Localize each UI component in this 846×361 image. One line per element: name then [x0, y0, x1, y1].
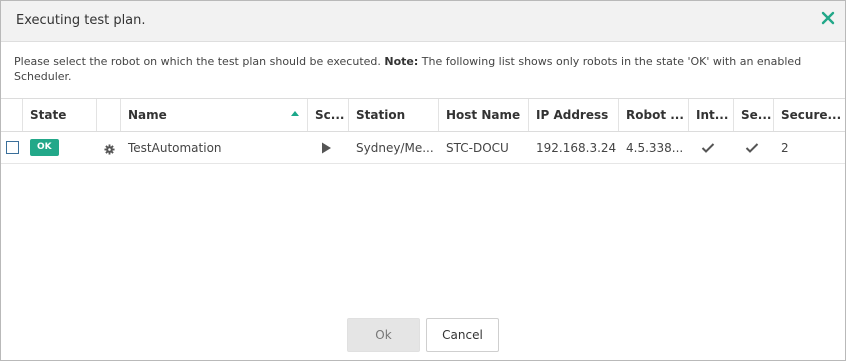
row-select-cell — [1, 132, 23, 163]
robot-version-cell: 4.5.338... — [626, 140, 684, 155]
station-cell: Sydney/Me... — [356, 140, 434, 155]
column-header-type[interactable] — [97, 99, 121, 131]
dialog-title: Executing test plan. — [16, 13, 146, 28]
scheduler-cell — [308, 132, 349, 163]
play-icon[interactable] — [319, 141, 333, 155]
execute-test-plan-dialog: Executing test plan. Please select the r… — [0, 0, 846, 361]
message-text: Please select the robot on which the tes… — [14, 55, 385, 68]
name-cell: TestAutomation — [128, 140, 222, 155]
robot-table: State Name Sc... Station Host Name IP Ad… — [1, 98, 845, 164]
column-header-host-name[interactable]: Host Name — [439, 99, 529, 131]
table-row[interactable]: OK TestAutomation Sydney/Me... STC-DOCU … — [1, 132, 845, 164]
ok-button[interactable]: Ok — [347, 318, 420, 352]
checkmark-icon — [701, 142, 715, 153]
host-name-cell: STC-DOCU — [446, 140, 509, 155]
column-header-robot-version[interactable]: Robot ... — [619, 99, 689, 131]
instruction-message: Please select the robot on which the tes… — [14, 54, 814, 84]
column-header-int[interactable]: Int... — [689, 99, 734, 131]
note-label: Note: — [384, 55, 419, 68]
dialog-footer: Ok Cancel — [1, 318, 845, 354]
column-header-secure[interactable]: Secure... — [774, 99, 845, 131]
type-cell — [97, 132, 121, 163]
column-header-station[interactable]: Station — [349, 99, 439, 131]
row-select-checkbox[interactable] — [6, 141, 19, 154]
column-header-name[interactable]: Name — [121, 99, 308, 131]
se-cell — [734, 132, 774, 163]
secure-cell: 2 — [781, 140, 789, 155]
sort-ascending-icon — [291, 111, 299, 116]
column-header-ip-address[interactable]: IP Address — [529, 99, 619, 131]
int-cell — [689, 132, 734, 163]
column-header-state[interactable]: State — [23, 99, 97, 131]
ip-address-cell: 192.168.3.24 — [536, 140, 617, 155]
checkmark-icon — [745, 142, 759, 153]
state-badge: OK — [30, 139, 59, 156]
column-header-scheduler[interactable]: Sc... — [308, 99, 349, 131]
column-header-name-label: Name — [128, 108, 167, 122]
column-header-se[interactable]: Se... — [734, 99, 774, 131]
close-icon[interactable] — [821, 11, 835, 25]
column-header-select[interactable] — [1, 99, 23, 131]
state-cell: OK — [23, 132, 97, 163]
gear-icon — [104, 143, 115, 155]
dialog-titlebar: Executing test plan. — [1, 1, 845, 42]
cancel-button[interactable]: Cancel — [426, 318, 499, 352]
table-header: State Name Sc... Station Host Name IP Ad… — [1, 99, 845, 132]
